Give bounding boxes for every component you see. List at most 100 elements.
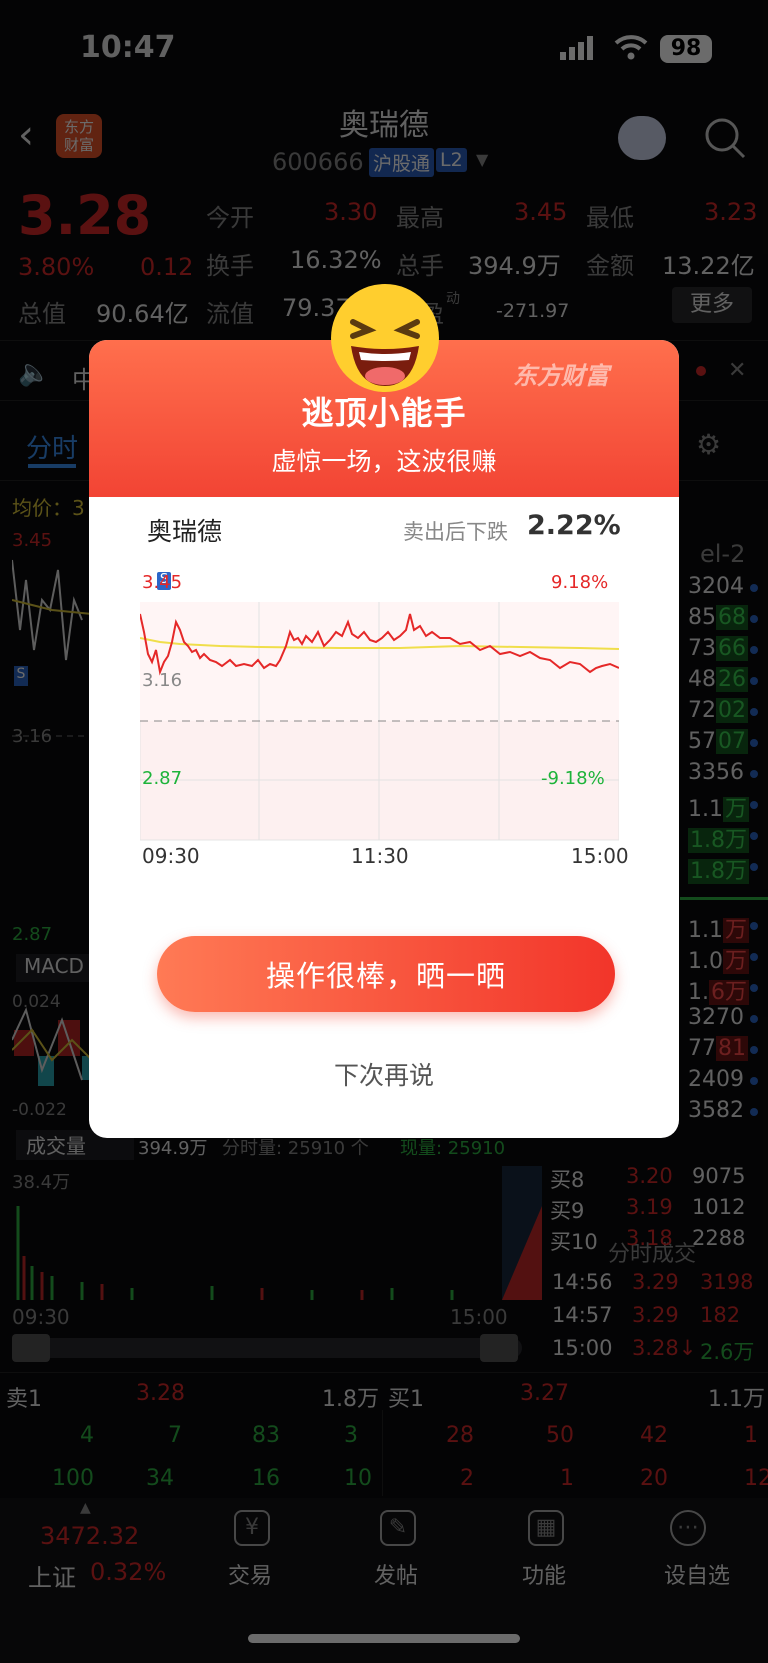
order-queue-qty: 10 [344, 1466, 372, 1491]
change-percent: 3.80% [18, 253, 95, 281]
tick-volume: 182 [700, 1303, 741, 1327]
slider-handle-left[interactable] [12, 1334, 50, 1362]
tick-volume: 3198 [700, 1270, 754, 1294]
buy1-label: 买1 [388, 1387, 424, 1412]
buy-level-label: 买9 [550, 1199, 585, 1223]
bg-price-chart [12, 559, 92, 737]
sell1-volume: 1.8万 [322, 1387, 379, 1412]
buy-level-volume: 3270 [688, 1005, 744, 1030]
volume-time-end: 15:00 [450, 1305, 508, 1329]
macd-tab[interactable]: MACD [16, 954, 90, 982]
chevron-down-icon[interactable]: ▼ [476, 150, 488, 169]
nav-label-1[interactable]: 发帖 [374, 1558, 418, 1590]
buy-level-vol: 2288 [692, 1226, 746, 1250]
nav-label-0[interactable]: 交易 [228, 1558, 272, 1590]
yen-exchange-icon[interactable]: ¥ [234, 1510, 270, 1546]
change-value: 0.12 [140, 253, 194, 281]
order-queue-qty: 34 [146, 1466, 174, 1491]
market-cap-value: 90.64亿 [96, 300, 189, 328]
buy-level-price: 3.19 [626, 1195, 673, 1219]
pe-sup: 动 [446, 291, 460, 307]
order-dot [750, 801, 758, 809]
order-dot [750, 922, 758, 930]
buy-level-volume: 1.0万 [688, 949, 750, 974]
order-dot [750, 863, 758, 871]
order-dot [750, 646, 758, 654]
more-dots-icon[interactable]: ⋯ [670, 1510, 706, 1546]
edit-post-icon[interactable]: ✎ [380, 1510, 416, 1546]
buy-level-price: 3.20 [626, 1164, 673, 1188]
sell-level-volume: 4826 [688, 667, 748, 692]
tick-time: 14:56 [552, 1270, 613, 1294]
volume-time-start: 09:30 [12, 1305, 70, 1329]
time-range-slider[interactable] [12, 1338, 522, 1358]
drop-value: 2.22% [527, 510, 621, 541]
sell-level-volume: 7202 [688, 698, 748, 723]
order-dot [750, 1046, 758, 1054]
volume-label: 总手 [396, 252, 444, 280]
market-cap-label: 总值 [18, 300, 66, 328]
search-icon[interactable] [703, 116, 747, 164]
order-dot [750, 708, 758, 716]
home-indicator [248, 1634, 520, 1643]
low-value: 3.23 [704, 198, 758, 226]
order-dot [750, 953, 758, 961]
sell-level-volume: 1.8万 [688, 859, 749, 884]
sell1-price: 3.28 [136, 1381, 185, 1406]
dialog-y-high: 3.45 [142, 572, 183, 593]
buy-level-volume: 7781 [688, 1036, 748, 1061]
expand-up-icon[interactable]: ▲ [80, 1500, 91, 1516]
share-dialog: 东方财富 逃顶小能手 虚惊一场，这波很赚 奥瑞德 卖出后下跌 2.22% S 3… [89, 284, 679, 1138]
index-percent: 0.32% [90, 1558, 167, 1586]
bg-macd-chart [12, 1007, 92, 1086]
index-value[interactable]: 3472.32 [40, 1522, 139, 1550]
order-queue-qty: 42 [640, 1423, 668, 1448]
sell-level-volume: 5707 [688, 729, 748, 754]
slider-handle-right[interactable] [480, 1334, 518, 1362]
buy-level-volume: 3582 [688, 1098, 744, 1123]
dialog-stock-name: 奥瑞德 [147, 517, 223, 546]
brand-watermark: 东方财富 [513, 362, 609, 390]
buy-level-vol: 9075 [692, 1164, 746, 1188]
grid-apps-icon[interactable]: ▦ [528, 1510, 564, 1546]
order-queue-qty: 12 [744, 1466, 768, 1491]
order-queue-qty: 28 [446, 1423, 474, 1448]
market-badge: 沪股通 [369, 148, 435, 177]
order-dot [750, 984, 758, 992]
buy-level-label: 买10 [550, 1230, 598, 1254]
pe-value: -271.97 [496, 300, 570, 322]
drop-label: 卖出后下跌 [403, 520, 508, 544]
buy1-volume: 1.1万 [708, 1387, 765, 1412]
close-icon[interactable]: ✕ [728, 358, 746, 383]
dialog-price-chart [140, 602, 619, 841]
more-button[interactable]: 更多 [672, 287, 752, 323]
dialog-x-start: 09:30 [142, 844, 200, 868]
nav-label-3[interactable]: 设自选 [664, 1558, 730, 1590]
tab-intraday[interactable]: 分时 [26, 428, 78, 465]
order-dot [750, 1077, 758, 1085]
sell-level-volume: 1.1万 [688, 797, 750, 822]
tab-indicator [28, 464, 76, 468]
order-dot [750, 770, 758, 778]
level-tab[interactable]: el-2 [700, 540, 745, 568]
settings-gear-icon[interactable]: ⚙ [696, 428, 721, 461]
order-dot [750, 739, 758, 747]
high-value: 3.45 [514, 198, 568, 226]
robot-assistant-icon[interactable] [618, 116, 666, 160]
buy-level-volume: 1.6万 [688, 980, 749, 1005]
tick-time: 15:00 [552, 1336, 613, 1360]
volume-value: 394.9万 [468, 252, 561, 280]
float-cap-label: 流值 [206, 300, 254, 328]
speaker-icon: 🔈 [18, 358, 51, 388]
buy-level-volume: 1.1万 [688, 918, 750, 943]
later-button[interactable]: 下次再说 [89, 1056, 679, 1092]
share-button[interactable]: 操作很棒，晒一晒 [157, 936, 615, 1012]
amount-label: 金额 [586, 252, 634, 280]
order-queue-qty: 100 [52, 1466, 94, 1491]
sell1-label: 卖1 [6, 1387, 42, 1412]
dialog-y-low: 2.87 [142, 768, 183, 789]
order-dot [750, 615, 758, 623]
dialog-y-mid: 3.16 [142, 670, 183, 691]
nav-label-2[interactable]: 功能 [522, 1558, 566, 1590]
order-queue-qty: 7 [168, 1423, 182, 1448]
